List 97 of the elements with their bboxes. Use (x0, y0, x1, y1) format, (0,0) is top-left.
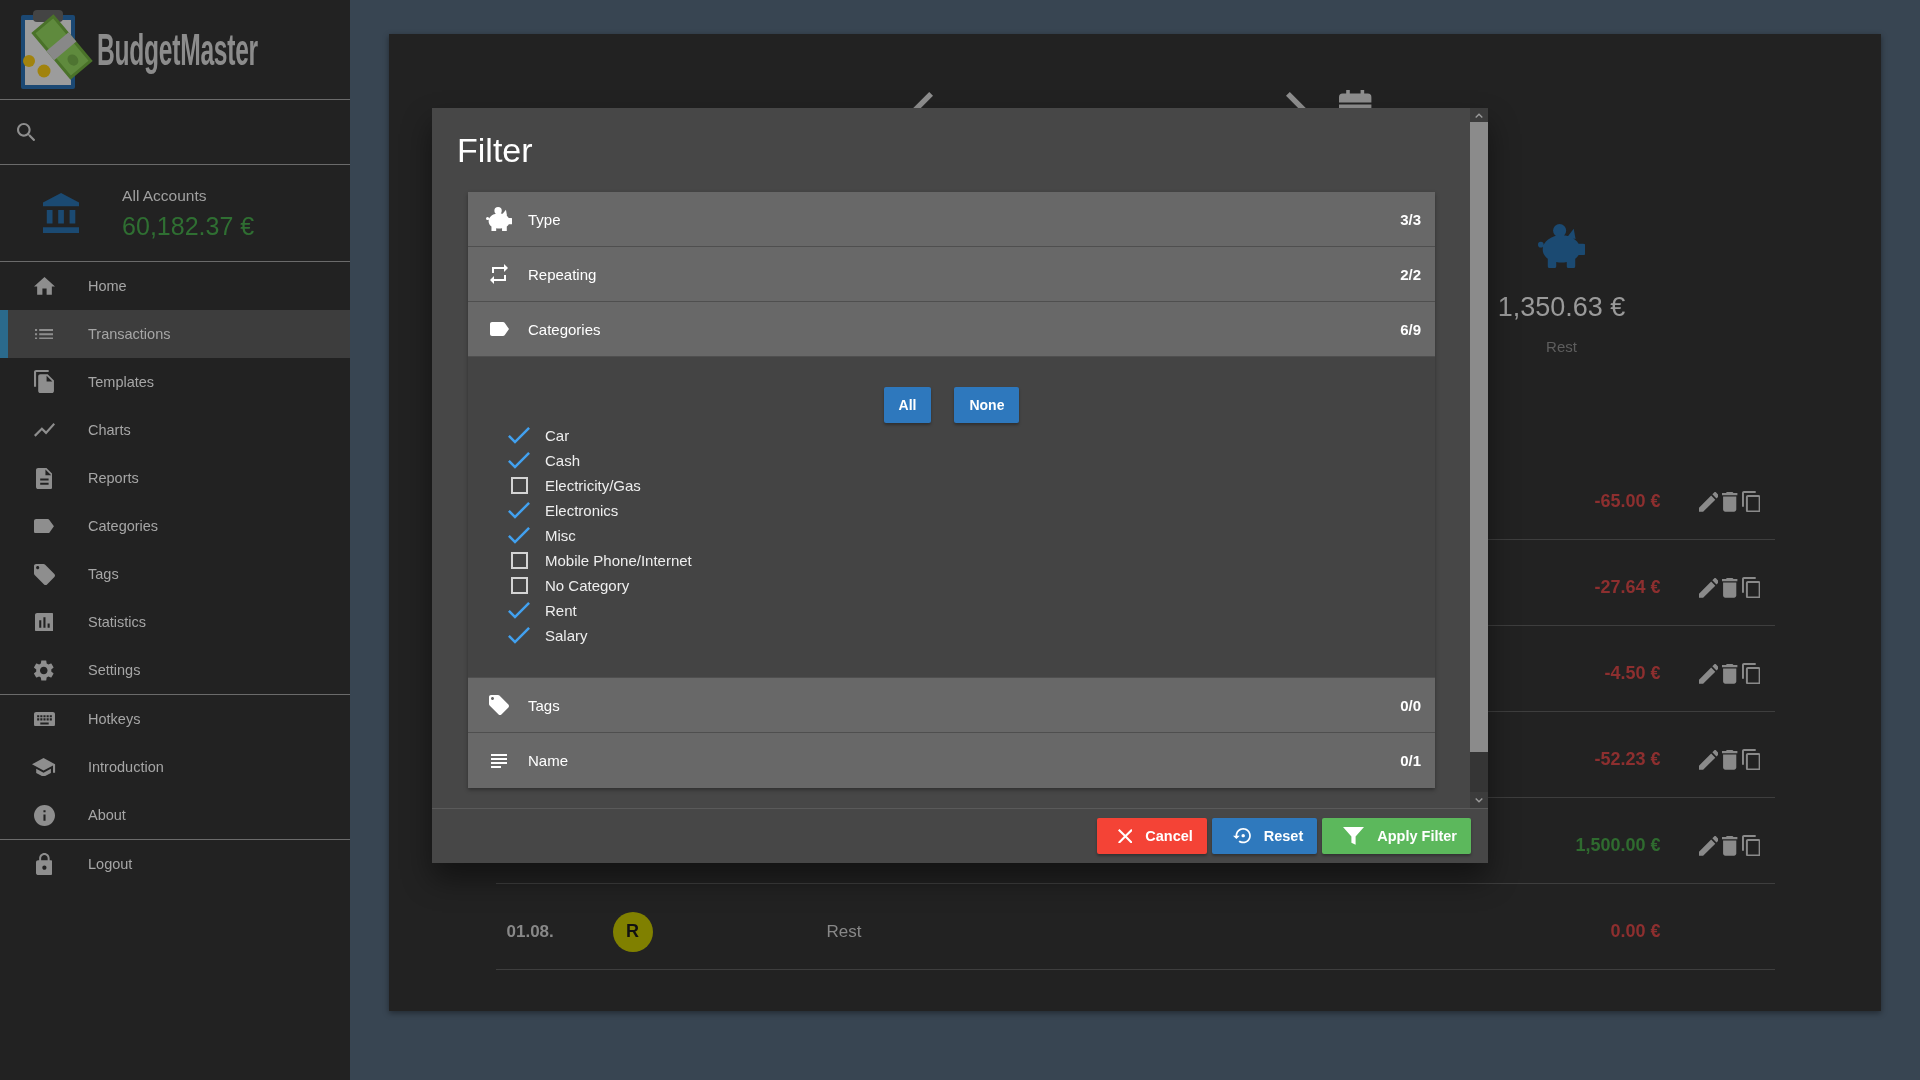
text-lines-icon (491, 753, 507, 768)
documents-icon (34, 370, 54, 394)
sidebar-item[interactable]: Introduction (0, 743, 350, 791)
sidebar-item[interactable]: Statistics (0, 598, 350, 646)
info-icon (33, 804, 55, 826)
lock-icon (35, 852, 53, 875)
list-icon (34, 328, 54, 340)
settings-icon (34, 659, 54, 681)
summary-label: Rest (1546, 337, 1577, 358)
tag-icon (33, 563, 55, 585)
transaction-amount: -52.23 € (1594, 749, 1661, 771)
logo-icon (20, 8, 94, 91)
logo-text: BudgetMaster (97, 24, 258, 75)
checkbox-label[interactable]: Car (545, 427, 570, 444)
checkbox-label[interactable]: Mobile Phone/Internet (545, 552, 692, 569)
filter-icon (1343, 827, 1365, 845)
category-badge: R (612, 911, 653, 952)
checkbox[interactable] (508, 602, 530, 619)
filter-section-header[interactable]: Tags 0/0 (468, 678, 1435, 733)
delete-icon[interactable] (1722, 577, 1738, 598)
transaction-amount: 0.00 € (1610, 921, 1661, 943)
checkbox-label[interactable]: Cash (545, 452, 581, 469)
bar-chart-icon (34, 612, 54, 632)
checkbox[interactable] (510, 552, 528, 569)
keyboard-icon (33, 711, 55, 727)
checkbox[interactable] (508, 502, 530, 519)
account-balance: 60,182.37 € (122, 210, 255, 241)
piggy-bank-icon (485, 206, 513, 232)
transaction-amount: -27.64 € (1594, 577, 1661, 599)
copy-icon[interactable] (1741, 490, 1761, 513)
checkbox[interactable] (508, 527, 530, 544)
graduation-cap-icon (32, 757, 56, 777)
edit-icon[interactable] (1698, 491, 1719, 512)
transaction-description: Rest (826, 921, 862, 942)
delete-icon[interactable] (1722, 491, 1738, 512)
sidebar-item[interactable]: Logout (0, 840, 350, 888)
sidebar-item[interactable]: Categories (0, 502, 350, 550)
copy-icon[interactable] (1741, 748, 1761, 771)
checkbox[interactable] (510, 577, 528, 594)
copy-icon[interactable] (1741, 834, 1761, 857)
delete-icon[interactable] (1722, 835, 1738, 856)
sidebar-item[interactable]: Settings (0, 646, 350, 694)
select-none-button[interactable]: None (954, 387, 1020, 423)
copy-icon[interactable] (1741, 662, 1761, 685)
checkbox-label[interactable]: Electricity/Gas (545, 477, 641, 494)
sidebar-item[interactable]: Transactions (0, 310, 350, 358)
transaction-date: 01.08. (506, 921, 554, 942)
tag-icon (489, 695, 509, 715)
delete-icon[interactable] (1722, 663, 1738, 684)
summary-amount: 1,350.63 € (1497, 291, 1626, 325)
filter-section-header[interactable]: Categories 6/9 (468, 302, 1435, 357)
transaction-amount: -4.50 € (1604, 663, 1661, 685)
checkbox[interactable] (508, 427, 530, 444)
label-icon (489, 322, 509, 336)
checkbox-label[interactable]: Electronics (545, 502, 619, 519)
scroll-up-icon[interactable] (1475, 112, 1483, 118)
piggy-bank-icon (1537, 224, 1586, 269)
select-all-button[interactable]: All (883, 387, 932, 423)
filter-section-header[interactable]: Type 3/3 (468, 192, 1435, 247)
checkbox-label[interactable]: Misc (545, 527, 576, 544)
filter-section-header[interactable]: Name 0/1 (468, 733, 1435, 788)
edit-icon[interactable] (1698, 577, 1719, 598)
sidebar-item[interactable]: About (0, 791, 350, 839)
close-icon (1117, 828, 1133, 844)
checkbox-label[interactable]: Rent (545, 602, 577, 619)
sidebar-item[interactable]: Home (0, 262, 350, 310)
document-icon (35, 467, 53, 489)
reset-button[interactable]: Reset (1211, 818, 1318, 854)
label-icon (34, 518, 54, 534)
search-icon (17, 122, 36, 142)
home-icon (33, 277, 55, 295)
edit-icon[interactable] (1698, 835, 1719, 856)
sidebar-item[interactable]: Templates (0, 358, 350, 406)
checkbox[interactable] (510, 477, 528, 494)
delete-icon[interactable] (1722, 749, 1738, 770)
account-name: All Accounts (122, 185, 208, 206)
checkbox-label[interactable]: Salary (545, 627, 588, 644)
checkbox-label[interactable]: No Category (545, 577, 630, 594)
repeat-icon (490, 263, 508, 285)
checkbox[interactable] (508, 452, 530, 469)
dialog-title: Filter (457, 130, 533, 171)
edit-icon[interactable] (1698, 749, 1719, 770)
sidebar-item[interactable]: Charts (0, 406, 350, 454)
line-chart-icon (33, 423, 55, 437)
edit-icon[interactable] (1698, 663, 1719, 684)
sidebar-item[interactable]: Hotkeys (0, 695, 350, 743)
scroll-down-icon[interactable] (1475, 797, 1483, 803)
cancel-button[interactable]: Cancel (1096, 818, 1207, 854)
bank-icon (43, 193, 80, 233)
sidebar-item[interactable]: Tags (0, 550, 350, 598)
copy-icon[interactable] (1741, 576, 1761, 599)
reset-icon (1232, 828, 1251, 844)
transaction-amount: -65.00 € (1594, 491, 1661, 513)
sidebar-item[interactable]: Reports (0, 454, 350, 502)
transaction-amount: 1,500.00 € (1575, 835, 1661, 857)
filter-section-header[interactable]: Repeating 2/2 (468, 247, 1435, 302)
checkbox[interactable] (508, 627, 530, 644)
